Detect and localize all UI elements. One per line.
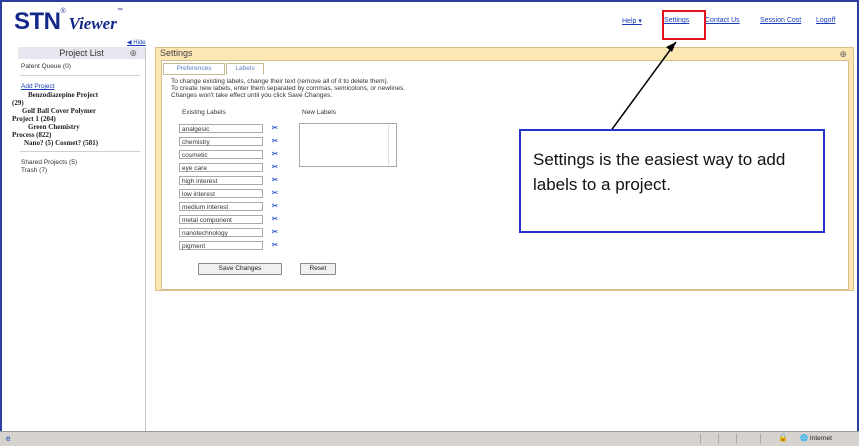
callout-text: Settings is the easiest way to add label…: [533, 150, 786, 194]
instruction-line: To change existing labels, change their …: [171, 78, 389, 85]
project-list-header: Project List ⊕: [18, 47, 145, 59]
contact-us-link[interactable]: Contact Us: [705, 17, 740, 24]
delete-label-icon[interactable]: ✂: [272, 215, 278, 223]
instruction-line: To create new labels, enter them separat…: [171, 85, 406, 92]
delete-label-icon[interactable]: ✂: [272, 150, 278, 158]
lock-icon: 🔒: [778, 433, 788, 442]
textarea-scrollbar[interactable]: [388, 125, 395, 165]
browser-window: STN®Viewer™ Help ▾ Settings Contact Us S…: [0, 0, 859, 443]
project-list-title: Project List: [59, 48, 104, 58]
label-field[interactable]: medium interest: [179, 202, 263, 211]
label-field[interactable]: high interest: [179, 176, 263, 185]
settings-panel-title: Settings: [160, 48, 193, 58]
existing-labels-header: Existing Labels: [182, 109, 226, 116]
stn-viewer-logo: STN®Viewer™: [14, 8, 123, 35]
shared-projects-item[interactable]: Shared Projects (5): [21, 159, 77, 167]
logo-tm-mark: ™: [116, 8, 123, 14]
pin-icon[interactable]: ⊕: [839, 49, 847, 60]
settings-highlight-box: [662, 10, 706, 40]
label-field[interactable]: eye care: [179, 163, 263, 172]
project-item-benzodiazepine[interactable]: Benzodiazepine Project: [28, 91, 98, 99]
project-item-green-chemistry-count[interactable]: Process (822): [12, 131, 51, 139]
project-list-sidebar: Project List ⊕ Patent Queue (0) Add Proj…: [12, 47, 146, 432]
label-field[interactable]: low interest: [179, 189, 263, 198]
annotation-callout: Settings is the easiest way to add label…: [519, 129, 825, 233]
tab-labels[interactable]: Labels: [226, 63, 264, 75]
label-field[interactable]: nanotechnology: [179, 228, 263, 237]
instructions-text: To change existing labels, change their …: [171, 78, 405, 99]
status-bar: e 🔒 🌐 Internet: [0, 431, 859, 446]
browser-page-icon: e: [6, 434, 11, 443]
status-divider: [760, 434, 761, 444]
instruction-line: Changes won't take effect until you clic…: [171, 92, 333, 99]
internet-zone-label: 🌐 Internet: [800, 435, 832, 442]
logo-reg-mark: ®: [60, 8, 66, 15]
label-field[interactable]: cosmetic: [179, 150, 263, 159]
label-field[interactable]: analgesic: [179, 124, 263, 133]
logo-stn-text: STN: [14, 8, 61, 35]
patent-queue-item[interactable]: Patent Queue (0): [21, 63, 71, 71]
sidebar-divider: [20, 151, 140, 152]
reset-button[interactable]: Reset: [300, 263, 336, 275]
sidebar-divider: [20, 75, 140, 76]
label-field[interactable]: metal component: [179, 215, 263, 224]
label-field[interactable]: chemistry: [179, 137, 263, 146]
project-item-nano-cosmet[interactable]: Nano? (5) Cosmet? (581): [24, 139, 98, 147]
logoff-link[interactable]: Logoff: [816, 17, 835, 24]
trash-item[interactable]: Trash (7): [21, 167, 47, 175]
delete-label-icon[interactable]: ✂: [272, 189, 278, 197]
delete-label-icon[interactable]: ✂: [272, 163, 278, 171]
new-labels-header: New Labels: [302, 109, 336, 116]
delete-label-icon[interactable]: ✂: [272, 241, 278, 249]
delete-label-icon[interactable]: ✂: [272, 228, 278, 236]
project-item-benzodiazepine-count[interactable]: (29): [12, 99, 24, 107]
project-item-golf-ball-count[interactable]: Project 1 (204): [12, 115, 56, 123]
hide-sidebar-link[interactable]: ◀ Hide: [127, 39, 146, 46]
status-divider: [736, 434, 737, 444]
session-cost-link[interactable]: Session Cost: [760, 17, 801, 24]
help-menu-link[interactable]: Help ▾: [622, 17, 642, 25]
delete-label-icon[interactable]: ✂: [272, 124, 278, 132]
delete-label-icon[interactable]: ✂: [272, 202, 278, 210]
save-changes-button[interactable]: Save Changes: [198, 263, 282, 275]
delete-label-icon[interactable]: ✂: [272, 137, 278, 145]
delete-label-icon[interactable]: ✂: [272, 176, 278, 184]
new-labels-input[interactable]: [299, 123, 397, 167]
label-field[interactable]: pigment: [179, 241, 263, 250]
add-project-link[interactable]: Add Project: [21, 83, 55, 91]
status-divider: [718, 434, 719, 444]
logo-viewer-text: Viewer: [68, 14, 117, 33]
project-item-green-chemistry[interactable]: Green Chemistry: [28, 123, 80, 131]
tab-preferences[interactable]: Preferences: [163, 63, 225, 75]
status-divider: [700, 434, 701, 444]
project-item-golf-ball[interactable]: Golf Ball Cover Polymer: [22, 107, 96, 115]
pin-icon[interactable]: ⊕: [129, 48, 137, 59]
internet-zone-text: Internet: [809, 435, 832, 442]
